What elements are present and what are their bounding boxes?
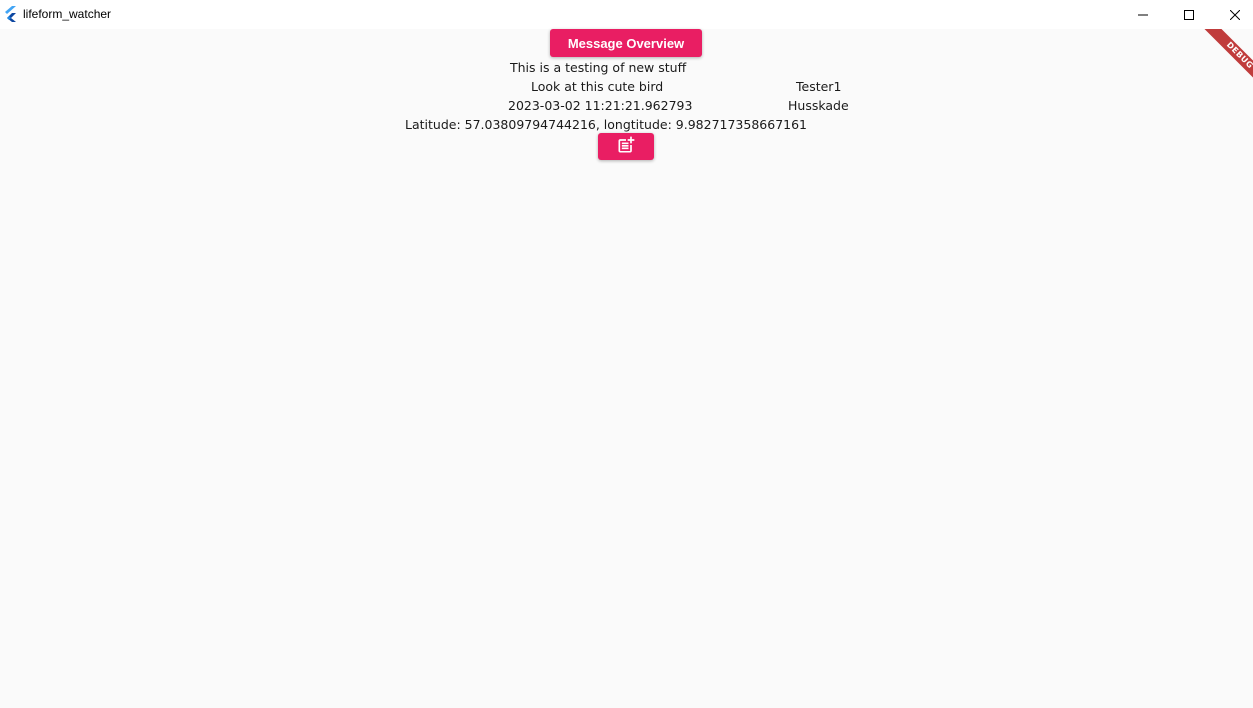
maximize-icon xyxy=(1184,9,1194,20)
window-title: lifeform_watcher xyxy=(23,7,112,21)
window-titlebar[interactable]: lifeform_watcher xyxy=(0,0,1253,29)
flutter-logo-icon xyxy=(4,6,18,22)
add-message-button[interactable] xyxy=(598,133,654,160)
maximize-button[interactable] xyxy=(1166,0,1212,29)
message-title: Look at this cute bird xyxy=(531,79,664,94)
minimize-icon xyxy=(1138,10,1148,20)
minimize-button[interactable] xyxy=(1120,0,1166,29)
message-location-name: Husskade xyxy=(788,98,849,113)
message-coordinates: Latitude: 57.03809794744216, longtitude:… xyxy=(405,117,808,132)
post-add-icon xyxy=(616,135,636,159)
message-author: Tester1 xyxy=(796,79,842,94)
close-button[interactable] xyxy=(1212,0,1253,29)
message-overview-button[interactable]: Message Overview xyxy=(550,29,702,57)
close-icon xyxy=(1230,9,1240,20)
message-description: This is a testing of new stuff xyxy=(510,60,687,75)
message-timestamp: 2023-03-02 11:21:21.962793 xyxy=(508,98,693,113)
